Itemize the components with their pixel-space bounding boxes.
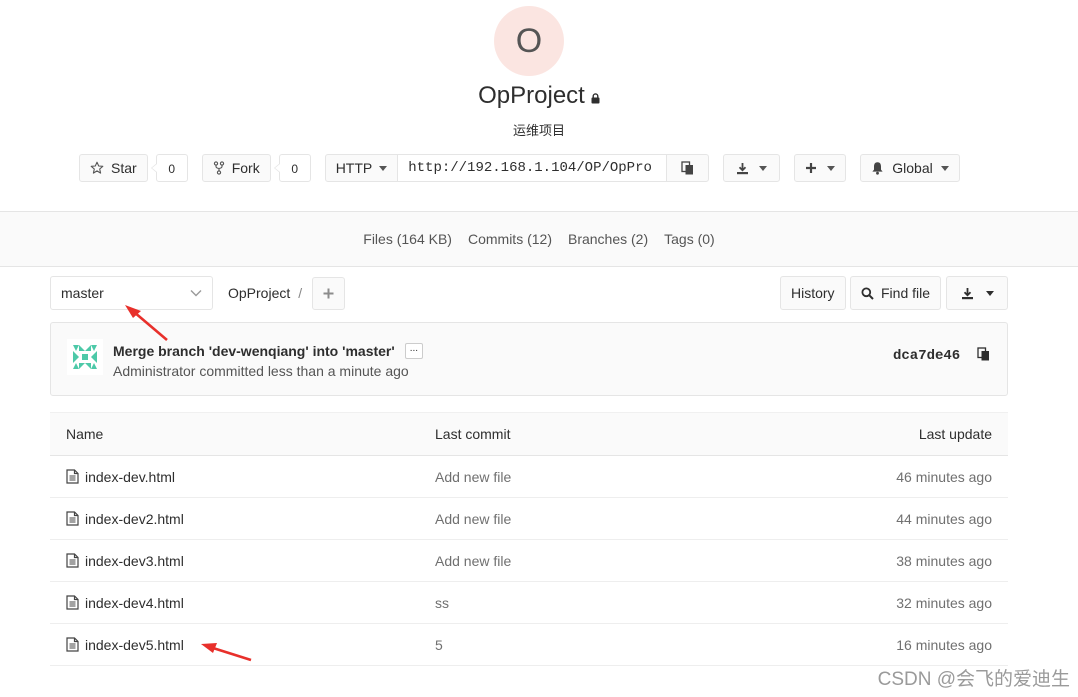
chevron-down-icon (190, 289, 202, 297)
file-icon (66, 469, 79, 484)
breadcrumb-root[interactable]: OpProject (228, 285, 290, 301)
column-header-last-update: Last update (918, 426, 992, 442)
file-name[interactable]: index-dev3.html (85, 553, 184, 569)
fork-count[interactable]: 0 (273, 154, 311, 182)
table-row[interactable]: index-dev3.html Add new file 38 minutes ag… (50, 540, 1008, 582)
star-button[interactable]: Star (79, 154, 148, 182)
file-name[interactable]: index-dev2.html (85, 511, 184, 527)
last-update-cell: 38 minutes ago (896, 552, 992, 569)
table-row[interactable]: index-dev4.html ss 32 minutes ago (50, 582, 1008, 624)
last-commit-cell[interactable]: Add new file (435, 540, 511, 581)
column-header-last-commit: Last commit (435, 426, 511, 442)
add-to-tree-button[interactable] (312, 277, 345, 310)
search-icon (861, 287, 874, 300)
lock-icon (591, 92, 600, 104)
find-file-label: Find file (881, 285, 931, 301)
history-label: History (791, 285, 835, 301)
file-name-cell[interactable]: index-dev4.html (66, 582, 184, 623)
clone-url-input[interactable] (398, 154, 667, 182)
bell-icon (871, 161, 884, 175)
commit-sha[interactable]: dca7de46 (893, 348, 960, 364)
plus-icon (323, 288, 334, 299)
watermark: CSDN @会飞的爱迪生 (877, 669, 1070, 690)
chevron-down-icon (759, 165, 768, 171)
new-item-dropdown[interactable] (794, 154, 847, 182)
last-commit-box: Merge branch 'dev-wenqiang' into 'master… (50, 322, 1008, 396)
last-update-cell: 32 minutes ago (896, 594, 992, 611)
file-icon (66, 595, 79, 610)
tree-download-dropdown[interactable] (946, 276, 1008, 310)
notification-label: Global (892, 160, 933, 176)
branch-select[interactable]: master (50, 276, 213, 310)
chevron-down-icon (985, 290, 994, 296)
branch-select-value: master (61, 285, 104, 301)
clone-protocol-label: HTTP (335, 160, 373, 176)
fork-icon (213, 161, 225, 175)
plus-icon (805, 162, 817, 174)
table-body: index-dev.html Add new file 46 minutes ago… (50, 456, 1008, 666)
table-row[interactable]: index-dev.html Add new file 46 minutes ago (50, 456, 1008, 498)
commit-message-link[interactable]: Merge branch 'dev-wenqiang' into 'master… (113, 343, 395, 359)
copy-sha-button[interactable] (977, 347, 990, 361)
tags-stat-link[interactable]: Tags (0) (664, 231, 715, 247)
clone-protocol-dropdown[interactable]: HTTP (324, 154, 399, 182)
file-icon (66, 553, 79, 568)
history-button[interactable]: History (780, 276, 846, 310)
fork-label: Fork (231, 160, 260, 176)
commit-title: Merge branch 'dev-wenqiang' into 'master… (113, 343, 424, 359)
commit-meta: Administrator committed less than a minu… (113, 363, 409, 379)
file-name-cell[interactable]: index-dev.html (66, 456, 175, 497)
expand-commit-button[interactable]: ... (404, 343, 424, 359)
last-update-cell: 16 minutes ago (896, 636, 992, 653)
file-name[interactable]: index-dev.html (85, 469, 175, 485)
file-name-cell[interactable]: index-dev3.html (66, 540, 184, 581)
files-stat-link[interactable]: Files (164 KB) (363, 231, 452, 247)
file-icon (66, 511, 79, 526)
notification-dropdown[interactable]: Global (860, 154, 960, 182)
last-update-cell: 44 minutes ago (896, 510, 992, 527)
clipboard-icon (977, 347, 990, 361)
chevron-down-icon (940, 165, 949, 171)
star-count[interactable]: 0 (150, 154, 188, 182)
clipboard-icon (681, 161, 694, 175)
project-title-row: OpProject (0, 82, 1078, 110)
copy-url-button[interactable] (666, 154, 710, 182)
project-actions: Star 0 Fork 0 HTTP http://192.168.1.104/… (79, 154, 960, 182)
last-update-cell: 46 minutes ago (896, 468, 992, 485)
download-dropdown[interactable] (723, 154, 781, 182)
project-avatar: O (494, 6, 564, 76)
last-commit-cell[interactable]: Add new file (435, 498, 511, 539)
project-description: 运维项目 (512, 123, 565, 138)
download-icon (961, 287, 974, 300)
file-tree-table: Name Last commit Last update index-dev.h… (50, 412, 1008, 666)
branches-stat-link[interactable]: Branches (2) (568, 231, 648, 247)
chevron-down-icon (827, 165, 836, 171)
file-name[interactable]: index-dev5.html (85, 637, 184, 653)
clone-group: HTTP (324, 154, 710, 182)
breadcrumb-separator: / (298, 285, 303, 301)
last-commit-cell[interactable]: 5 (435, 624, 443, 665)
last-commit-cell[interactable]: ss (435, 582, 449, 623)
star-icon (90, 161, 104, 175)
table-row[interactable]: index-dev2.html Add new file 44 minutes ag… (50, 498, 1008, 540)
find-file-button[interactable]: Find file (850, 276, 942, 310)
column-header-name: Name (66, 426, 104, 442)
file-name[interactable]: index-dev4.html (85, 595, 184, 611)
star-label: Star (111, 160, 137, 176)
commits-stat-link[interactable]: Commits (12) (468, 231, 552, 247)
last-commit-cell[interactable]: Add new file (435, 456, 511, 497)
commit-author-avatar[interactable] (67, 339, 103, 375)
table-row[interactable]: index-dev5.html 5 16 minutes ago (50, 624, 1008, 666)
file-icon (66, 637, 79, 652)
fork-button[interactable]: Fork (201, 154, 271, 182)
table-header: Name Last commit Last update (50, 412, 1008, 456)
file-name-cell[interactable]: index-dev2.html (66, 498, 184, 539)
breadcrumb: OpProject / (228, 285, 302, 301)
project-avatar-letter: O (515, 21, 543, 60)
project-stats-nav: Files (164 KB) Commits (12) Branches (2)… (0, 231, 1078, 247)
project-title: OpProject (478, 82, 585, 109)
download-icon (736, 162, 749, 175)
file-name-cell[interactable]: index-dev5.html (66, 624, 184, 665)
chevron-down-icon (379, 165, 388, 171)
